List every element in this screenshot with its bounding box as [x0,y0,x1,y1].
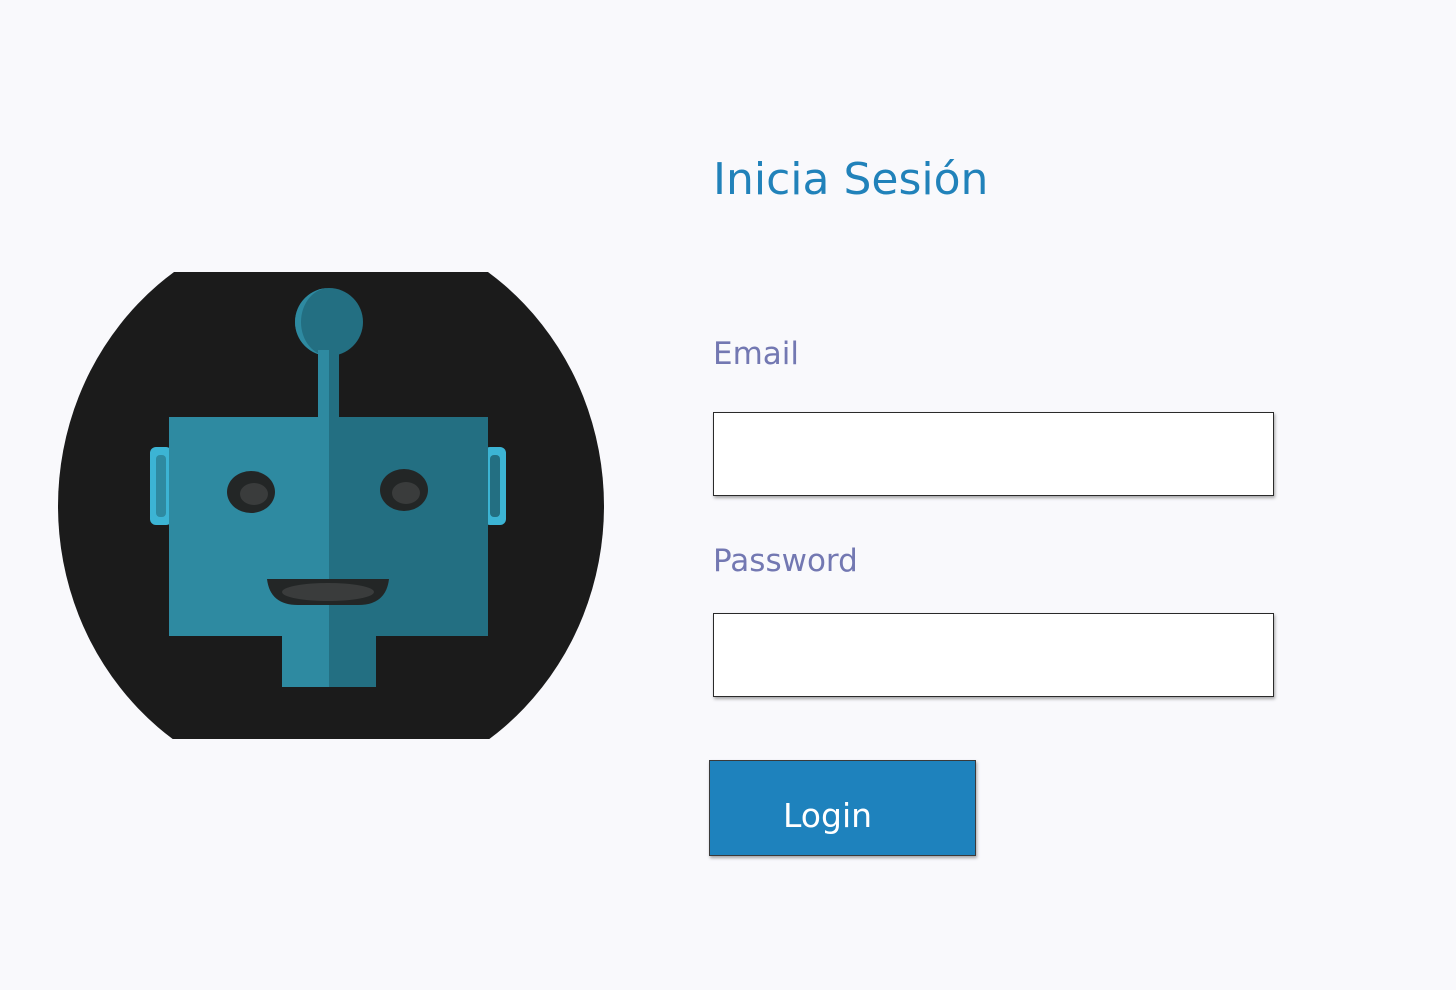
robot-face-icon [58,272,604,739]
password-input[interactable] [713,613,1274,697]
robot-logo [58,272,604,739]
login-page: Inicia Sesión Email Password Login [0,0,1456,990]
login-button[interactable]: Login [709,760,976,856]
robot-neck [282,635,329,687]
antenna-stick [318,350,329,418]
email-input[interactable] [713,412,1274,496]
page-title: Inicia Sesión [713,154,989,205]
password-label: Password [713,543,858,579]
email-label: Email [713,336,800,372]
